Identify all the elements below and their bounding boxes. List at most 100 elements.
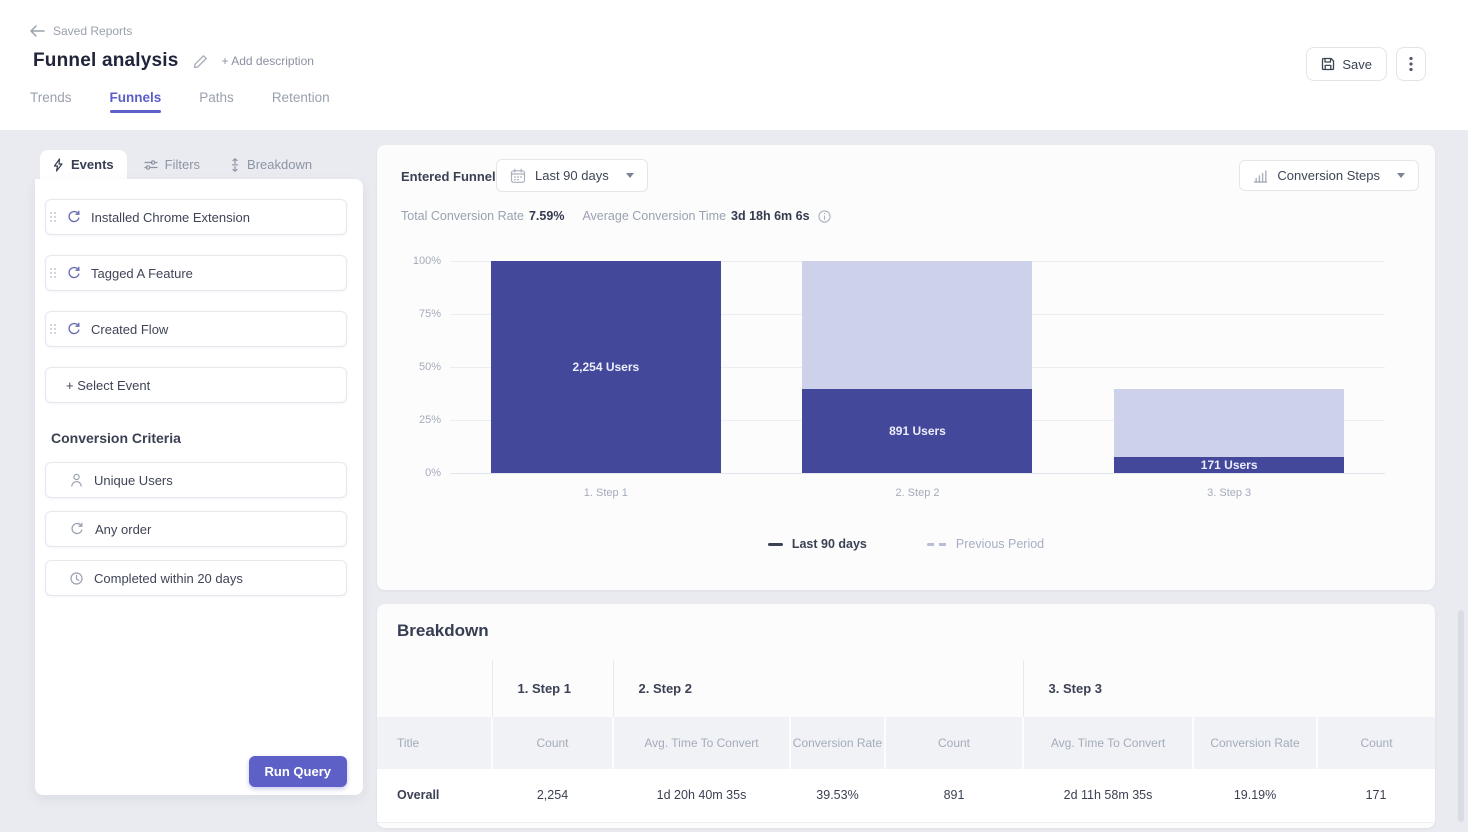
funnel-bar[interactable]: 891 Users xyxy=(802,261,1032,473)
drag-handle-icon[interactable] xyxy=(50,212,57,223)
solid-line-swatch-icon xyxy=(768,543,783,546)
event-card[interactable]: Created Flow xyxy=(45,311,347,347)
conversion-stats: Total Conversion Rate 7.59% Average Conv… xyxy=(401,209,831,223)
total-rate-value: 7.59% xyxy=(529,209,564,223)
query-builder-panel: Installed Chrome Extension Tagged A Featu… xyxy=(35,179,363,795)
conversion-criteria-heading: Conversion Criteria xyxy=(51,430,347,446)
event-card[interactable]: Tagged A Feature xyxy=(45,255,347,291)
vertical-scrollbar[interactable] xyxy=(1458,610,1464,822)
funnel-bar[interactable]: 171 Users xyxy=(1114,261,1344,473)
table-cell: 2d 11h 58m 35s xyxy=(1023,769,1193,822)
avg-time-value: 3d 18h 6m 6s xyxy=(731,209,810,223)
back-to-saved-reports[interactable]: Saved Reports xyxy=(30,24,132,38)
table-cell: 1d 20h 40m 35s xyxy=(613,769,790,822)
kebab-icon xyxy=(1409,56,1413,72)
header-actions: Save xyxy=(1306,47,1426,81)
event-card[interactable]: Installed Chrome Extension xyxy=(45,199,347,235)
breakdown-panel: Breakdown 1. Step 1 2. Step 2 3. Step 3 … xyxy=(377,604,1435,828)
loop-icon xyxy=(67,322,81,336)
y-axis-tick: 75% xyxy=(377,308,441,320)
bar-users-label: 2,254 Users xyxy=(572,360,639,374)
y-axis-tick: 50% xyxy=(377,361,441,373)
group-header-step3: 3. Step 3 xyxy=(1023,660,1435,717)
funnel-chart-panel: Entered Funnel Last 90 days Conversion S… xyxy=(377,145,1435,590)
report-tabs: Trends Funnels Paths Retention xyxy=(30,90,330,119)
y-axis-tick: 0% xyxy=(377,467,441,479)
chevron-down-icon xyxy=(1397,173,1405,178)
criteria-conversion-window[interactable]: Completed within 20 days xyxy=(45,560,347,596)
criteria-label: Unique Users xyxy=(94,473,173,488)
table-cell: 39.53% xyxy=(790,769,885,822)
column-header: Count xyxy=(492,717,613,769)
title-row: Funnel analysis + Add description xyxy=(33,50,314,72)
date-range-dropdown[interactable]: Last 90 days xyxy=(496,159,648,192)
main-canvas: Events Filters Breakdown Installed Chrom… xyxy=(0,130,1468,832)
x-axis-labels: 1. Step 12. Step 23. Step 3 xyxy=(450,487,1385,503)
save-label: Save xyxy=(1342,57,1372,72)
select-event-label: + Select Event xyxy=(66,378,150,393)
event-label: Installed Chrome Extension xyxy=(91,210,250,225)
info-icon[interactable] xyxy=(818,210,831,223)
tab-filters[interactable]: Filters xyxy=(131,150,213,179)
column-header: Count xyxy=(1317,717,1435,769)
tab-retention[interactable]: Retention xyxy=(272,90,330,119)
date-range-value: Last 90 days xyxy=(535,168,609,183)
funnel-analysis-page: Saved Reports Funnel analysis + Add desc… xyxy=(0,0,1468,832)
total-rate-label: Total Conversion Rate xyxy=(401,209,524,223)
loop-icon xyxy=(70,522,84,536)
avg-time-label: Average Conversion Time xyxy=(582,209,726,223)
tab-paths[interactable]: Paths xyxy=(199,90,234,119)
gridline xyxy=(450,473,1385,474)
criteria-label: Completed within 20 days xyxy=(94,571,243,586)
column-header: Avg. Time To Convert xyxy=(1023,717,1193,769)
view-selector-value: Conversion Steps xyxy=(1277,168,1380,183)
run-query-button[interactable]: Run Query xyxy=(249,756,347,787)
drag-handle-icon[interactable] xyxy=(50,324,57,335)
chevron-down-icon xyxy=(626,173,634,178)
criteria-label: Any order xyxy=(95,522,151,537)
legend-item-previous-period[interactable]: Previous Period xyxy=(927,537,1044,551)
column-header: Conversion Rate xyxy=(790,717,885,769)
bar-users-label: 171 Users xyxy=(1201,458,1258,472)
y-axis-tick: 25% xyxy=(377,414,441,426)
x-axis-label: 3. Step 3 xyxy=(1073,487,1385,499)
event-label: Created Flow xyxy=(91,322,168,337)
tab-trends[interactable]: Trends xyxy=(30,90,72,119)
group-header-step1: 1. Step 1 xyxy=(492,660,613,717)
bar-chart-icon xyxy=(1253,169,1268,183)
criteria-step-order[interactable]: Any order xyxy=(45,511,347,547)
funnel-step-slot: 2,254 Users xyxy=(450,261,762,473)
tab-breakdown-label: Breakdown xyxy=(247,157,312,172)
table-cell: 19.19% xyxy=(1193,769,1317,822)
view-selector-dropdown[interactable]: Conversion Steps xyxy=(1239,160,1419,191)
x-axis-label: 1. Step 1 xyxy=(450,487,762,499)
legend-item-current-period[interactable]: Last 90 days xyxy=(768,537,867,551)
table-group-header-row: 1. Step 1 2. Step 2 3. Step 3 xyxy=(377,660,1435,717)
save-button[interactable]: Save xyxy=(1306,47,1387,81)
table-cell: 2,254 xyxy=(492,769,613,822)
edit-title-icon[interactable] xyxy=(193,54,208,69)
add-description-button[interactable]: + Add description xyxy=(222,54,314,68)
events-list: Installed Chrome Extension Tagged A Featu… xyxy=(45,199,347,347)
breakdown-table: 1. Step 1 2. Step 2 3. Step 3 TitleCount… xyxy=(377,660,1435,823)
tab-filters-label: Filters xyxy=(165,157,200,172)
criteria-counting-method[interactable]: Unique Users xyxy=(45,462,347,498)
more-options-button[interactable] xyxy=(1396,47,1426,81)
column-header: Conversion Rate xyxy=(1193,717,1317,769)
average-conversion-time: Average Conversion Time 3d 18h 6m 6s xyxy=(582,209,830,223)
column-header: Avg. Time To Convert xyxy=(613,717,790,769)
funnel-chart: 100%75%50%25%0% 2,254 Users891 Users171 … xyxy=(377,261,1435,473)
dashed-line-swatch-icon xyxy=(927,543,947,546)
filters-icon xyxy=(144,159,158,171)
tab-breakdown[interactable]: Breakdown xyxy=(217,150,325,179)
chart-legend: Last 90 days Previous Period xyxy=(377,537,1435,551)
select-event-button[interactable]: + Select Event xyxy=(45,367,347,403)
drag-handle-icon[interactable] xyxy=(50,268,57,279)
save-icon xyxy=(1321,57,1335,71)
table-cell: 891 xyxy=(885,769,1023,822)
entered-funnel-label: Entered Funnel xyxy=(401,169,496,184)
funnel-bar[interactable]: 2,254 Users xyxy=(491,261,721,473)
tab-events[interactable]: Events xyxy=(40,150,127,179)
table-row[interactable]: Overall2,2541d 20h 40m 35s39.53%8912d 11… xyxy=(377,769,1435,822)
tab-funnels[interactable]: Funnels xyxy=(110,90,162,119)
